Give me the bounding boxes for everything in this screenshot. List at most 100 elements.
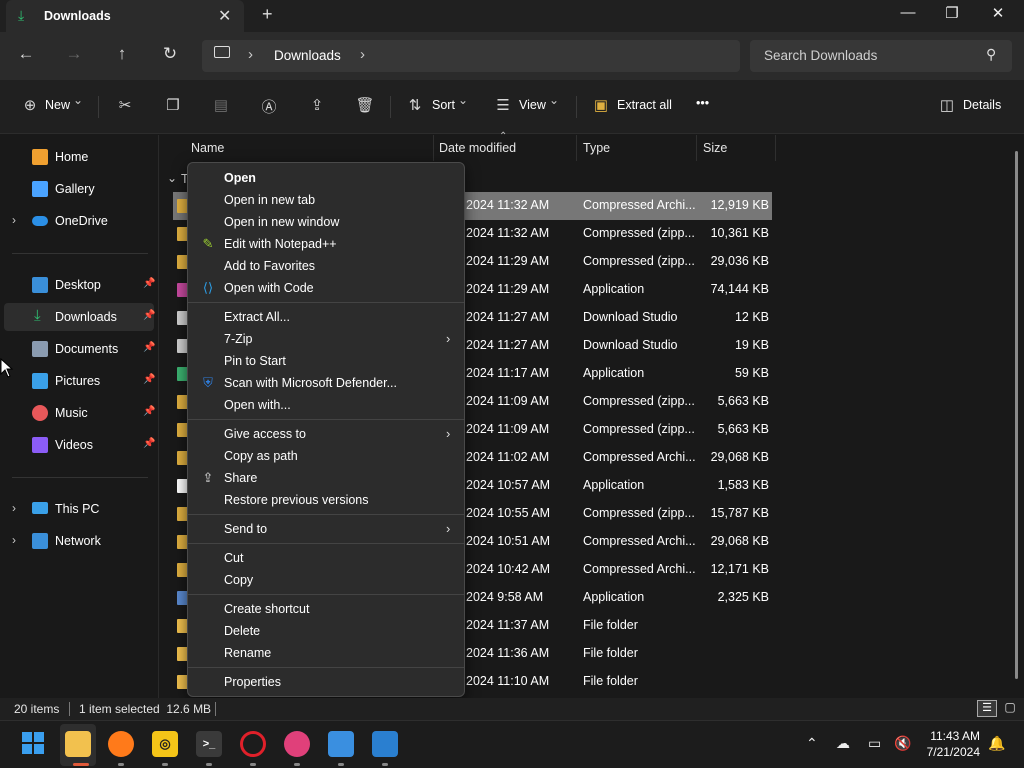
cut-icon[interactable]: ✂ [115, 96, 135, 116]
search-input[interactable]: Search Downloads ⚲ [750, 40, 1012, 72]
chevron-right-icon[interactable]: › [12, 213, 16, 227]
paste-icon[interactable]: ▤ [211, 96, 231, 116]
menu-item-open[interactable]: Open [192, 167, 460, 189]
up-arrow-icon[interactable]: ↑ [110, 44, 134, 64]
download-studio-app[interactable] [284, 731, 310, 757]
menu-item-properties[interactable]: Properties [192, 671, 460, 693]
more-options-button[interactable]: ••• [696, 96, 709, 110]
sidebar-item-music[interactable]: Music 📌 [4, 399, 155, 427]
divider[interactable] [696, 135, 697, 161]
sort-button[interactable]: Sort [432, 98, 455, 112]
details-view-icon[interactable]: ☰ [977, 700, 997, 717]
menu-item-rename[interactable]: Rename [192, 642, 460, 664]
tiles-view-icon[interactable]: ▢ [1001, 700, 1019, 717]
menu-item-give-access-to[interactable]: Give access to › [192, 423, 460, 445]
type-cell: File folder [583, 618, 638, 632]
clock-time[interactable]: 11:43 AM [926, 729, 980, 743]
menu-item-copy[interactable]: Copy [192, 569, 460, 591]
extract-all-button[interactable]: Extract all [617, 98, 672, 112]
maximize-button[interactable]: ❐ [932, 4, 972, 22]
pin-icon: 📌 [143, 310, 156, 321]
menu-item-open-with[interactable]: Open with... [192, 394, 460, 416]
date-cell: 2024 11:17 AM [466, 366, 550, 380]
back-arrow-icon[interactable]: ← [14, 44, 38, 64]
menu-item-open-in-new-tab[interactable]: Open in new tab [192, 189, 460, 211]
sidebar-item-network[interactable]: › Network [4, 527, 154, 555]
delete-icon[interactable]: 🗑 [355, 96, 375, 116]
sort-icon[interactable]: ⇅ [405, 96, 425, 116]
menu-item-pin-to-start[interactable]: Pin to Start [192, 350, 460, 372]
rename-icon[interactable]: Ⓐ [259, 96, 279, 116]
menu-item-7-zip[interactable]: 7-Zip › [192, 328, 460, 350]
tab-downloads[interactable]: ⤓ Downloads ✕ [6, 0, 244, 32]
menu-item-delete[interactable]: Delete [192, 620, 460, 642]
menu-item-open-in-new-window[interactable]: Open in new window [192, 211, 460, 233]
onedrive-tray-icon[interactable]: ☁ [836, 735, 850, 752]
sidebar-item-downloads[interactable]: ⤓ Downloads 📌 [4, 303, 156, 331]
details-button[interactable]: Details [963, 98, 1001, 112]
menu-item-cut[interactable]: Cut [192, 547, 460, 569]
volume-muted-icon[interactable]: 🔇 [894, 735, 911, 752]
menu-item-open-with-code[interactable]: ⟨⟩ Open with Code [192, 277, 460, 299]
sidebar-item-home[interactable]: Home [4, 143, 154, 171]
file-explorer-app[interactable] [65, 731, 91, 757]
column-header-size[interactable]: Size [703, 141, 727, 155]
chevron-up-icon[interactable]: ⌃ [806, 735, 818, 752]
menu-item-share[interactable]: ⇪ Share [192, 467, 460, 489]
sidebar-item-desktop[interactable]: Desktop 📌 [4, 271, 155, 299]
menu-item-edit-with-notepad[interactable]: ✎ Edit with Notepad++ [192, 233, 460, 255]
new-tab-button[interactable]: + [262, 4, 273, 25]
view-icon[interactable]: ☰ [493, 96, 513, 116]
opera-app[interactable] [240, 731, 266, 757]
view-button[interactable]: View [519, 98, 546, 112]
menu-item-extract-all[interactable]: Extract All... [192, 306, 460, 328]
column-header-type[interactable]: Type [583, 141, 610, 155]
clock-date[interactable]: 7/21/2024 [920, 745, 980, 759]
network-tray-icon[interactable]: ▭ [868, 735, 881, 752]
divider[interactable] [576, 135, 577, 161]
menu-item-send-to[interactable]: Send to › [192, 518, 460, 540]
share-icon[interactable]: ⇪ [307, 96, 327, 116]
details-pane-icon[interactable]: ◫ [937, 96, 957, 116]
new-button[interactable]: New [45, 98, 70, 112]
date-cell: 2024 11:32 AM [466, 226, 550, 240]
close-tab-button[interactable]: ✕ [218, 6, 231, 26]
sidebar-item-onedrive[interactable]: › OneDrive [4, 207, 154, 235]
menu-item-copy-as-path[interactable]: Copy as path [192, 445, 460, 467]
menu-item-create-shortcut[interactable]: Create shortcut [192, 598, 460, 620]
start-button[interactable] [20, 731, 46, 757]
pointer-app[interactable]: ◎ [152, 731, 178, 757]
firefox-app[interactable] [108, 731, 134, 757]
sidebar-item-pictures[interactable]: Pictures 📌 [4, 367, 155, 395]
sidebar-item-documents[interactable]: Documents 📌 [4, 335, 155, 363]
menu-item-add-to-favorites[interactable]: Add to Favorites [192, 255, 460, 277]
column-header-date[interactable]: Date modified [439, 141, 516, 155]
refresh-icon[interactable]: ↻ [158, 44, 182, 64]
sidebar-item-videos[interactable]: Videos 📌 [4, 431, 155, 459]
breadcrumb-downloads[interactable]: Downloads [274, 48, 341, 63]
sidebar-item-this-pc[interactable]: › This PC [4, 495, 154, 523]
forward-arrow-icon[interactable]: → [62, 44, 86, 64]
group-collapse-icon[interactable]: ⌄ [167, 171, 177, 185]
terminal-app[interactable]: >_ [196, 731, 222, 757]
close-window-button[interactable]: ✕ [978, 4, 1018, 22]
chevron-right-icon[interactable]: › [12, 501, 16, 515]
new-plus-icon[interactable]: ⊕ [20, 96, 40, 116]
sidebar-item-gallery[interactable]: Gallery [4, 175, 154, 203]
vertical-scrollbar[interactable] [1015, 151, 1018, 679]
menu-item-restore-previous-versions[interactable]: Restore previous versions [192, 489, 460, 511]
chevron-right-icon[interactable]: › [12, 533, 16, 547]
column-header-name[interactable]: Name [191, 141, 224, 155]
minimize-button[interactable]: — [888, 4, 928, 21]
menu-separator [188, 543, 464, 544]
photos-app[interactable] [372, 731, 398, 757]
divider[interactable] [433, 135, 434, 161]
address-bar[interactable]: › Downloads › [202, 40, 740, 72]
copy-icon[interactable]: ❐ [163, 96, 183, 116]
menu-item-scan-with-microsoft-defender[interactable]: ⛨ Scan with Microsoft Defender... [192, 372, 460, 394]
notification-bell-icon[interactable]: 🔔 [988, 735, 1005, 752]
paint-app[interactable] [328, 731, 354, 757]
extract-icon[interactable]: ▣ [591, 96, 611, 116]
search-icon: ⚲ [986, 46, 997, 62]
divider[interactable] [775, 135, 776, 161]
